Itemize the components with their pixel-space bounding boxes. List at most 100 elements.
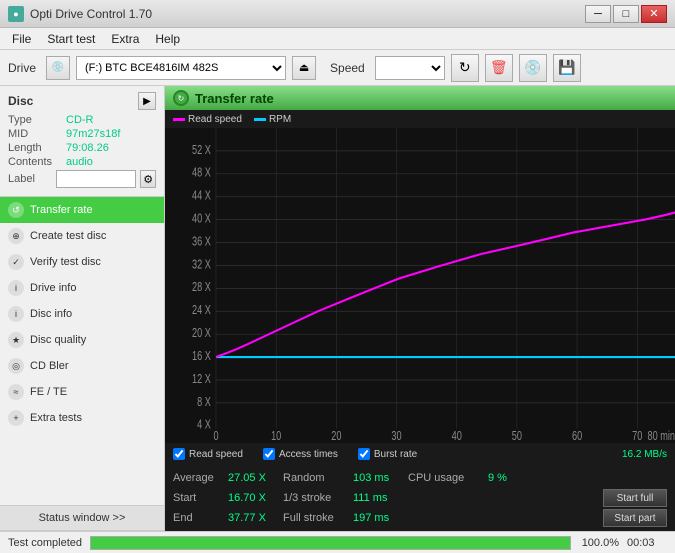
save-button[interactable]: 💾 xyxy=(553,54,581,82)
stats-row-average: Average 27.05 X Random 103 ms CPU usage … xyxy=(173,468,667,488)
stats-row-end: End 37.77 X Full stroke 197 ms Start par… xyxy=(173,508,667,528)
disc-label-label: Label xyxy=(8,173,52,185)
svg-text:24 X: 24 X xyxy=(192,304,211,318)
menu-file[interactable]: File xyxy=(4,30,39,48)
stats-row-start: Start 16.70 X 1/3 stroke 111 ms Start fu… xyxy=(173,488,667,508)
cpu-val: 9 % xyxy=(488,472,543,484)
disc-label-input[interactable] xyxy=(56,170,136,188)
burst-rate-checkbox[interactable] xyxy=(358,448,370,460)
sidebar-item-label: Verify test disc xyxy=(30,256,101,268)
disc-arrow-button[interactable]: ▶ xyxy=(138,92,156,110)
sidebar-item-label: Create test disc xyxy=(30,230,106,242)
eject-button[interactable]: ⏏ xyxy=(292,56,316,80)
progress-bar-fill xyxy=(91,537,570,549)
disc-type-label: Type xyxy=(8,114,66,126)
svg-text:70: 70 xyxy=(632,430,642,443)
menu-extra[interactable]: Extra xyxy=(103,30,147,48)
disc-label-settings-button[interactable]: ⚙ xyxy=(140,170,156,188)
minimize-button[interactable]: ─ xyxy=(585,5,611,23)
sidebar-item-label: Transfer rate xyxy=(30,204,93,216)
disc-type-row: Type CD-R xyxy=(8,114,156,126)
sidebar-item-label: CD Bler xyxy=(30,360,69,372)
sidebar: Disc ▶ Type CD-R MID 97m27s18f Length 79… xyxy=(0,86,165,531)
svg-text:20: 20 xyxy=(331,430,341,443)
disc-length-label: Length xyxy=(8,142,66,154)
sidebar-item-create-test-disc[interactable]: ⊕ Create test disc xyxy=(0,223,164,249)
start-part-button[interactable]: Start part xyxy=(603,509,667,527)
svg-text:44 X: 44 X xyxy=(192,189,211,203)
rpm-color xyxy=(254,118,266,121)
stats-area: Average 27.05 X Random 103 ms CPU usage … xyxy=(165,465,675,531)
disc-mid-label: MID xyxy=(8,128,66,140)
drive-icon: 💿 xyxy=(46,56,70,80)
maximize-button[interactable]: □ xyxy=(613,5,639,23)
sidebar-item-cd-bler[interactable]: ◎ CD Bler xyxy=(0,353,164,379)
titlebar-buttons: ─ □ ✕ xyxy=(585,5,667,23)
chart-svg: 52 X 48 X 44 X 40 X 36 X 32 X 28 X 24 X … xyxy=(165,128,675,443)
disc-contents-row: Contents audio xyxy=(8,156,156,168)
status-time: 00:03 xyxy=(627,537,667,549)
access-times-checkbox[interactable] xyxy=(263,448,275,460)
svg-text:48 X: 48 X xyxy=(192,166,211,180)
svg-text:80 min: 80 min xyxy=(647,430,675,443)
refresh-button[interactable]: ↻ xyxy=(451,54,479,82)
chart-header: ↻ Transfer rate xyxy=(165,86,675,110)
speed-select[interactable] xyxy=(375,56,445,80)
app-title: Opti Drive Control 1.70 xyxy=(30,7,152,21)
full-stroke-label: Full stroke xyxy=(283,512,353,524)
disc-header: Disc ▶ xyxy=(8,92,156,110)
chart-legend: Read speed RPM xyxy=(165,110,675,128)
start-full-button[interactable]: Start full xyxy=(603,489,667,507)
close-button[interactable]: ✕ xyxy=(641,5,667,23)
svg-text:36 X: 36 X xyxy=(192,235,211,249)
sidebar-item-drive-info[interactable]: i Drive info xyxy=(0,275,164,301)
rpm-legend-label: RPM xyxy=(269,114,291,125)
sidebar-item-disc-info[interactable]: i Disc info xyxy=(0,301,164,327)
sidebar-menu: ↺ Transfer rate ⊕ Create test disc ✓ Ver… xyxy=(0,197,164,505)
burn-button[interactable]: 💿 xyxy=(519,54,547,82)
full-stroke-val: 197 ms xyxy=(353,512,408,524)
sidebar-item-verify-test-disc[interactable]: ✓ Verify test disc xyxy=(0,249,164,275)
drive-select[interactable]: (F:) BTC BCE4816IM 482S xyxy=(76,56,286,80)
status-text: Test completed xyxy=(8,537,82,549)
menu-help[interactable]: Help xyxy=(147,30,188,48)
svg-text:8 X: 8 X xyxy=(197,395,211,409)
stroke-1-3-val: 111 ms xyxy=(353,492,408,504)
svg-text:52 X: 52 X xyxy=(192,143,211,157)
average-label: Average xyxy=(173,472,228,484)
end-label: End xyxy=(173,512,228,524)
disc-type-val: CD-R xyxy=(66,114,94,126)
statusbar: Test completed 100.0% 00:03 xyxy=(0,531,675,553)
status-window-button[interactable]: Status window >> xyxy=(0,505,164,531)
disc-mid-row: MID 97m27s18f xyxy=(8,128,156,140)
svg-text:40: 40 xyxy=(452,430,462,443)
disc-contents-label: Contents xyxy=(8,156,66,168)
burst-rate-check-label: Burst rate xyxy=(374,449,417,460)
sidebar-item-extra-tests[interactable]: + Extra tests xyxy=(0,405,164,431)
erase-button[interactable]: 🗑 xyxy=(485,54,513,82)
burst-rate-value: 16.2 MB/s xyxy=(622,449,667,460)
read-speed-legend-label: Read speed xyxy=(188,114,242,125)
chart-title: Transfer rate xyxy=(195,91,274,106)
menu-start-test[interactable]: Start test xyxy=(39,30,103,48)
sidebar-item-label: Disc quality xyxy=(30,334,86,346)
sidebar-item-transfer-rate[interactable]: ↺ Transfer rate xyxy=(0,197,164,223)
average-val: 27.05 X xyxy=(228,472,283,484)
chart-checks: Read speed Access times Burst rate 16.2 … xyxy=(165,443,675,465)
random-val: 103 ms xyxy=(353,472,408,484)
svg-text:32 X: 32 X xyxy=(192,258,211,272)
read-speed-checkbox[interactable] xyxy=(173,448,185,460)
disc-quality-icon: ★ xyxy=(8,332,24,348)
access-times-check-label: Access times xyxy=(279,449,338,460)
disc-label-row: Label ⚙ xyxy=(8,170,156,188)
cd-bler-icon: ◎ xyxy=(8,358,24,374)
drivebar: Drive 💿 (F:) BTC BCE4816IM 482S ⏏ Speed … xyxy=(0,50,675,86)
sidebar-item-fe-te[interactable]: ≈ FE / TE xyxy=(0,379,164,405)
svg-text:10: 10 xyxy=(271,430,281,443)
main-area: Disc ▶ Type CD-R MID 97m27s18f Length 79… xyxy=(0,86,675,531)
sidebar-item-disc-quality[interactable]: ★ Disc quality xyxy=(0,327,164,353)
menubar: File Start test Extra Help xyxy=(0,28,675,50)
disc-length-val: 79:08.26 xyxy=(66,142,109,154)
legend-rpm: RPM xyxy=(254,114,291,125)
sidebar-item-label: FE / TE xyxy=(30,386,67,398)
